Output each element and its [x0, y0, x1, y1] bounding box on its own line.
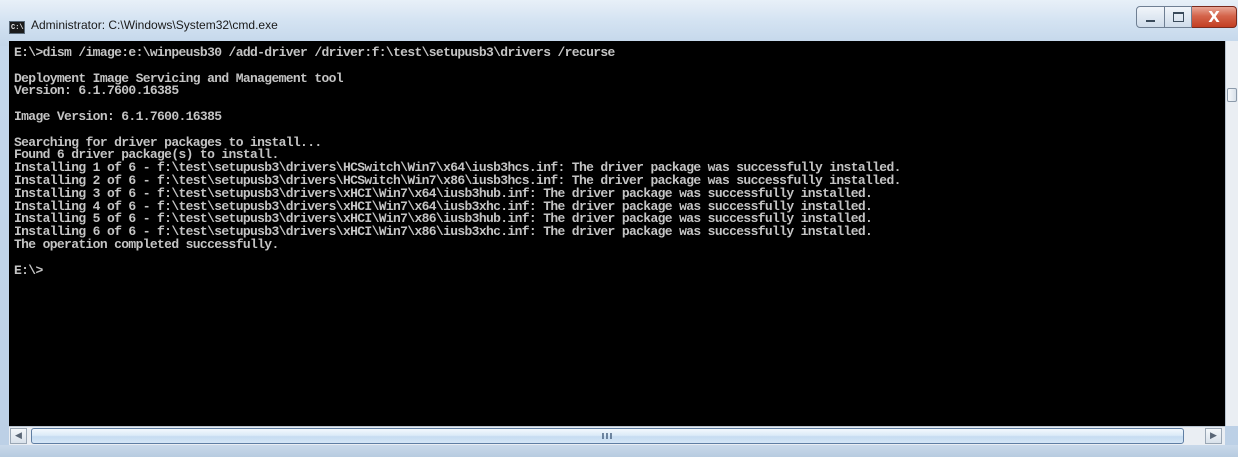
title-bar[interactable]: C:\ Administrator: C:\Windows\System32\c…: [0, 0, 1238, 46]
vertical-scrollbar[interactable]: [1225, 41, 1238, 426]
console-line: Image Version: 6.1.7600.16385: [14, 108, 222, 124]
horizontal-scrollbar[interactable]: ◀ III ▶: [9, 426, 1225, 445]
maximize-button[interactable]: [1165, 6, 1192, 28]
cmd-window: C:\ Administrator: C:\Windows\System32\c…: [0, 0, 1238, 457]
chevron-right-icon: ▶: [1210, 431, 1217, 441]
cmd-icon[interactable]: C:\: [9, 21, 25, 34]
console-output[interactable]: E:\>dism /image:e:\winpeusb30 /add-drive…: [9, 41, 1225, 426]
console-line: The operation completed successfully.: [14, 236, 279, 252]
maximize-icon: [1172, 12, 1184, 22]
close-icon: X: [1208, 8, 1220, 26]
console-text: E:\>dism /image:e:\winpeusb30 /add-drive…: [9, 41, 1225, 277]
minimize-icon: [1146, 20, 1155, 22]
minimize-button[interactable]: [1136, 6, 1165, 28]
console-line: Version: 6.1.7600.16385: [14, 83, 179, 99]
console-line: E:\>: [14, 262, 43, 278]
window-bottom-frame: [0, 445, 1238, 457]
scroll-right-button[interactable]: ▶: [1205, 428, 1222, 444]
scroll-left-button[interactable]: ◀: [10, 428, 27, 444]
close-button[interactable]: X: [1192, 6, 1237, 28]
console-line: E:\>dism /image:e:\winpeusb30 /add-drive…: [14, 45, 615, 60]
grip-icon: III: [601, 431, 614, 441]
chevron-left-icon: ◀: [15, 431, 22, 441]
vertical-scroll-thumb[interactable]: [1227, 88, 1237, 102]
horizontal-scroll-thumb[interactable]: III: [31, 428, 1184, 444]
window-title: Administrator: C:\Windows\System32\cmd.e…: [31, 18, 278, 32]
